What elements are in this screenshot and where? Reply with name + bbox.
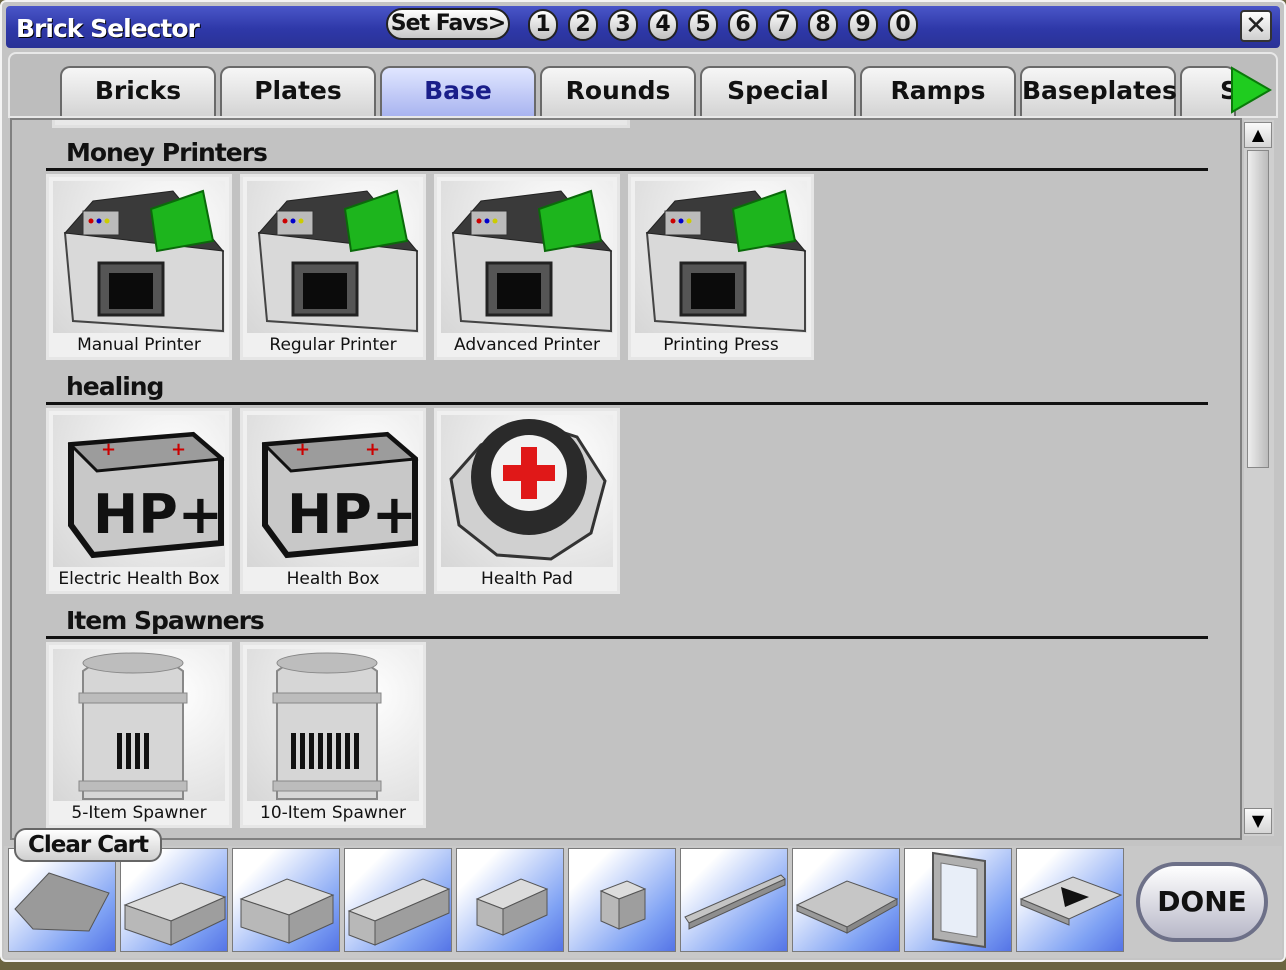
fav-slot-7[interactable]: 7 [768, 9, 798, 41]
section-divider [46, 636, 1208, 639]
tab-rounds[interactable]: Rounds [540, 66, 696, 116]
tab-plates[interactable]: Plates [220, 66, 376, 116]
brick-2x2-icon [239, 878, 335, 944]
fav-slot-2[interactable]: 2 [568, 9, 598, 41]
cart-slot-9[interactable] [904, 848, 1012, 952]
scroll-thumb[interactable] [1247, 150, 1269, 468]
fav-slot-5[interactable]: 5 [688, 9, 718, 41]
brick-list-panel: Money Printers Manual Printer Regular Pr… [10, 118, 1242, 840]
vertical-scrollbar[interactable]: ▲ ▼ [1244, 120, 1274, 836]
fav-slot-4[interactable]: 4 [648, 9, 678, 41]
fav-slot-0[interactable]: 0 [888, 9, 918, 41]
set-favs-button[interactable]: Set Favs> [386, 8, 510, 40]
scroll-up-arrow-icon[interactable]: ▲ [1244, 122, 1272, 148]
brick-label: Health Box [286, 569, 380, 589]
brick-1x1-icon [599, 880, 647, 930]
previous-row-fragment [52, 120, 630, 128]
tab-base-raiders[interactable]: Base Raiders [380, 66, 536, 151]
close-button[interactable]: ✕ [1240, 10, 1272, 42]
scroll-down-arrow-icon[interactable]: ▼ [1244, 808, 1272, 834]
fav-slot-3[interactable]: 3 [608, 9, 638, 41]
health-box-icon: HP+ + + [53, 415, 225, 567]
window-title: Brick Selector [16, 14, 200, 43]
health-box-icon: HP+ + + [247, 415, 419, 567]
brick-1x2-icon [475, 878, 549, 936]
brick-10-item-spawner[interactable]: 10-Item Spawner [240, 642, 426, 828]
brick-regular-printer[interactable]: Regular Printer [240, 174, 426, 360]
health-pad-icon [441, 415, 613, 567]
brick-label: Advanced Printer [454, 335, 600, 355]
fav-slot-1[interactable]: 1 [528, 9, 558, 41]
cart-slot-6[interactable] [568, 848, 676, 952]
brick-printing-press[interactable]: Printing Press [628, 174, 814, 360]
brick-label: Electric Health Box [58, 569, 220, 589]
cart-slot-3[interactable] [232, 848, 340, 952]
tab-special[interactable]: Special [700, 66, 856, 116]
brick-label: Health Pad [481, 569, 573, 589]
section-divider [46, 168, 1208, 171]
svg-text:+: + [101, 439, 116, 460]
tab-baseplates[interactable]: Baseplates [1020, 66, 1177, 116]
cart-slot-5[interactable] [456, 848, 564, 952]
brick-health-box[interactable]: HP+ + + Health Box [240, 408, 426, 594]
plate-4x8-icon [795, 880, 899, 934]
svg-text:HP+: HP+ [287, 483, 417, 546]
brick-1x10-flat-icon [684, 874, 786, 930]
done-button[interactable]: DONE [1136, 862, 1268, 942]
brick-label: 10-Item Spawner [260, 803, 406, 823]
printer-icon [635, 181, 807, 333]
brick-label: Manual Printer [77, 335, 201, 355]
title-bar: Brick Selector [6, 6, 1280, 48]
printer-icon [247, 181, 419, 333]
svg-text:+: + [295, 439, 310, 460]
ramp-arrow-icon [1019, 876, 1123, 926]
tab-bricks[interactable]: Bricks [60, 66, 216, 116]
printer-icon [441, 181, 613, 333]
brick-label: 5-Item Spawner [71, 803, 207, 823]
brick-label: Regular Printer [269, 335, 397, 355]
brick-1x4-icon [347, 878, 451, 946]
brick-5-item-spawner[interactable]: 5-Item Spawner [46, 642, 232, 828]
cart-slot-1[interactable] [8, 848, 116, 952]
fav-slot-8[interactable]: 8 [808, 9, 838, 41]
brick-2x4-icon [123, 882, 227, 946]
fav-slot-6[interactable]: 6 [728, 9, 758, 41]
baseplate-icon [14, 872, 110, 932]
item-spawner-icon [247, 649, 419, 801]
clear-cart-button[interactable]: Clear Cart [14, 828, 162, 862]
svg-text:HP+: HP+ [93, 483, 223, 546]
brick-advanced-printer[interactable]: Advanced Printer [434, 174, 620, 360]
cart-slot-4[interactable] [344, 848, 452, 952]
brick-label: Printing Press [663, 335, 779, 355]
tab-ramps[interactable]: Ramps [860, 66, 1016, 116]
brick-manual-printer[interactable]: Manual Printer [46, 174, 232, 360]
section-title-item-spawners: Item Spawners [66, 606, 265, 635]
brick-health-pad[interactable]: Health Pad [434, 408, 620, 594]
window-icon [932, 851, 986, 949]
cart-slot-7[interactable] [680, 848, 788, 952]
brick-electric-health-box[interactable]: HP+ + + Electric Health Box [46, 408, 232, 594]
section-title-healing: healing [66, 372, 164, 401]
section-divider [46, 402, 1208, 405]
tab-next-arrow-icon[interactable] [1226, 64, 1274, 116]
cart-slot-2[interactable] [120, 848, 228, 952]
cart-slot-8[interactable] [792, 848, 900, 952]
svg-text:+: + [171, 439, 186, 460]
fav-slot-9[interactable]: 9 [848, 9, 878, 41]
svg-text:+: + [365, 439, 380, 460]
section-title-money-printers: Money Printers [66, 138, 268, 167]
item-spawner-icon [53, 649, 225, 801]
printer-icon [53, 181, 225, 333]
cart-slot-10[interactable] [1016, 848, 1124, 952]
